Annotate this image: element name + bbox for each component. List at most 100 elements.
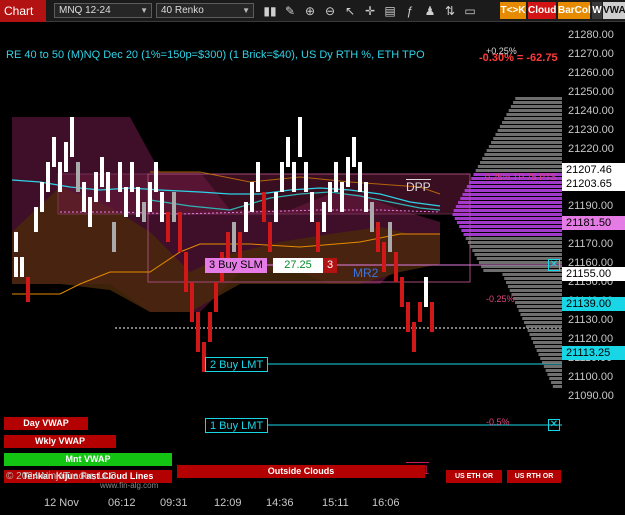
- volume-profile-bar: [524, 321, 562, 324]
- volume-profile-bar: [515, 97, 562, 100]
- crosshair-icon[interactable]: ✛: [362, 3, 378, 19]
- outside-clouds-toggle[interactable]: Outside Clouds: [177, 465, 425, 478]
- price-flag: 21207.46: [562, 162, 625, 177]
- renko-brick: [64, 142, 68, 172]
- volume-profile-bar: [504, 277, 562, 280]
- renko-brick: [20, 257, 24, 277]
- renko-brick: [190, 282, 194, 322]
- buy-slm-price[interactable]: 27.25: [273, 258, 323, 273]
- instrument-selector[interactable]: MNQ 12-24 ▼: [54, 3, 152, 18]
- cancel-order-icon[interactable]: ✕: [548, 419, 560, 431]
- renko-brick: [358, 162, 362, 192]
- renko-brick: [340, 182, 344, 212]
- price-flag: 21113.25: [562, 345, 625, 360]
- cloud-button[interactable]: Cloud: [528, 2, 556, 19]
- vwap-button[interactable]: VWAP: [603, 2, 625, 19]
- volume-profile-bar: [504, 117, 562, 120]
- pct-minus-05: -0.5%: [486, 417, 510, 427]
- zoom-out-icon[interactable]: ⊖: [322, 3, 338, 19]
- us-rth-or-toggle[interactable]: US RTH OR: [507, 470, 561, 483]
- volume-profile-bar: [493, 137, 562, 140]
- renko-brick: [256, 162, 260, 192]
- renko-brick: [418, 302, 422, 322]
- time-tick-label: 12 Nov: [44, 497, 79, 509]
- volume-profile-bar: [472, 249, 562, 252]
- time-tick-label: 09:31: [160, 497, 188, 509]
- renko-brick: [100, 157, 104, 187]
- properties-icon[interactable]: ▤: [382, 3, 398, 19]
- buy-lmt-2-order[interactable]: 2 Buy LMT: [205, 357, 269, 372]
- volume-profile-bar: [547, 373, 562, 376]
- price-flag: 21203.65: [562, 177, 625, 192]
- barcol-button[interactable]: BarCol: [558, 2, 591, 19]
- volume-profile-bar: [549, 377, 562, 380]
- renko-brick: [76, 162, 80, 192]
- bars-icon[interactable]: ▮▮: [262, 3, 278, 19]
- time-axis[interactable]: 12 Nov 06:12 09:31 12:09 14:36 15:11 16:06: [0, 492, 562, 515]
- renko-brick: [106, 172, 110, 202]
- chevron-down-icon: ▼: [140, 6, 148, 15]
- renko-brick: [268, 222, 272, 252]
- volume-profile-bar: [513, 297, 562, 300]
- volume-profile-bar: [534, 345, 562, 348]
- volume-profile-bar: [480, 161, 562, 164]
- volume-profile-bar: [486, 149, 562, 152]
- chart-tab[interactable]: Chart: [0, 0, 46, 22]
- chart-info-line: RE 40 to 50 (M)NQ Dec 20 (1%=150p=$300) …: [6, 49, 425, 61]
- volume-profile-bar: [488, 145, 562, 148]
- volume-profile-bar: [459, 225, 562, 228]
- volume-profile-bar: [452, 213, 562, 216]
- chart-panel[interactable]: RE 40 to 50 (M)NQ Dec 20 (1%=150p=$300) …: [0, 22, 562, 492]
- cancel-order-icon[interactable]: ✕: [548, 259, 560, 271]
- window-icon[interactable]: ▭: [462, 3, 478, 19]
- renko-brick: [382, 242, 386, 272]
- price-tick-label: 21130.00: [568, 314, 614, 326]
- renko-brick: [310, 192, 314, 222]
- renko-brick: [124, 187, 128, 217]
- renko-brick: [280, 162, 284, 192]
- renko-brick: [394, 252, 398, 282]
- volume-profile-bar: [516, 305, 562, 308]
- pointer-icon[interactable]: ↖: [342, 3, 358, 19]
- strategies-icon[interactable]: ♟: [422, 3, 438, 19]
- volume-profile-bar: [454, 217, 562, 220]
- time-tick-label: 16:06: [372, 497, 400, 509]
- buy-lmt-1-order[interactable]: 1 Buy LMT: [205, 418, 269, 433]
- volume-profile-bar: [455, 205, 562, 208]
- buy-slm-qty[interactable]: 3: [323, 258, 338, 273]
- renko-brick: [364, 182, 368, 212]
- volume-profile-bar: [470, 245, 562, 248]
- renko-brick: [14, 232, 18, 252]
- time-tick-label: 12:09: [214, 497, 242, 509]
- zoom-in-icon[interactable]: ⊕: [302, 3, 318, 19]
- volume-profile-bar: [507, 285, 562, 288]
- us-eth-or-toggle[interactable]: US ETH OR: [446, 470, 502, 483]
- chart-trader-icon[interactable]: ⇅: [442, 3, 458, 19]
- volume-profile-bar: [462, 193, 562, 196]
- bar-type-selector[interactable]: 40 Renko ▼: [156, 3, 254, 18]
- day-vwap-toggle[interactable]: Day VWAP: [4, 417, 88, 430]
- volume-profile-bar: [474, 253, 562, 256]
- renko-brick: [292, 162, 296, 192]
- renko-brick: [406, 302, 410, 332]
- renko-brick: [52, 137, 56, 167]
- price-tick-label: 21170.00: [568, 238, 614, 250]
- mnt-vwap-toggle[interactable]: Mnt VWAP: [4, 453, 172, 466]
- volume-profile-bar: [466, 185, 562, 188]
- volume-profile-bar: [495, 133, 562, 136]
- volume-profile-bar: [515, 301, 562, 304]
- wkly-vwap-toggle[interactable]: Wkly VWAP: [4, 435, 116, 448]
- renko-brick: [14, 257, 18, 277]
- pct-plus-025: +0.25%: [486, 46, 517, 56]
- volume-profile-bar: [552, 385, 562, 388]
- renko-brick: [430, 302, 434, 332]
- price-axis[interactable]: 21280.00 21270.00 21260.00 21250.00 21240.00…: [562, 22, 625, 492]
- volume-profile-bar: [497, 129, 562, 132]
- volume-profile: [452, 97, 562, 388]
- drawing-tools-icon[interactable]: ✎: [282, 3, 298, 19]
- tk-button[interactable]: T<>K: [500, 2, 526, 19]
- buy-slm-order[interactable]: 3 Buy SLM: [205, 258, 267, 273]
- w-button[interactable]: W: [592, 2, 602, 19]
- dpp-label: DPP: [406, 179, 431, 194]
- indicators-icon[interactable]: ƒ: [402, 3, 418, 19]
